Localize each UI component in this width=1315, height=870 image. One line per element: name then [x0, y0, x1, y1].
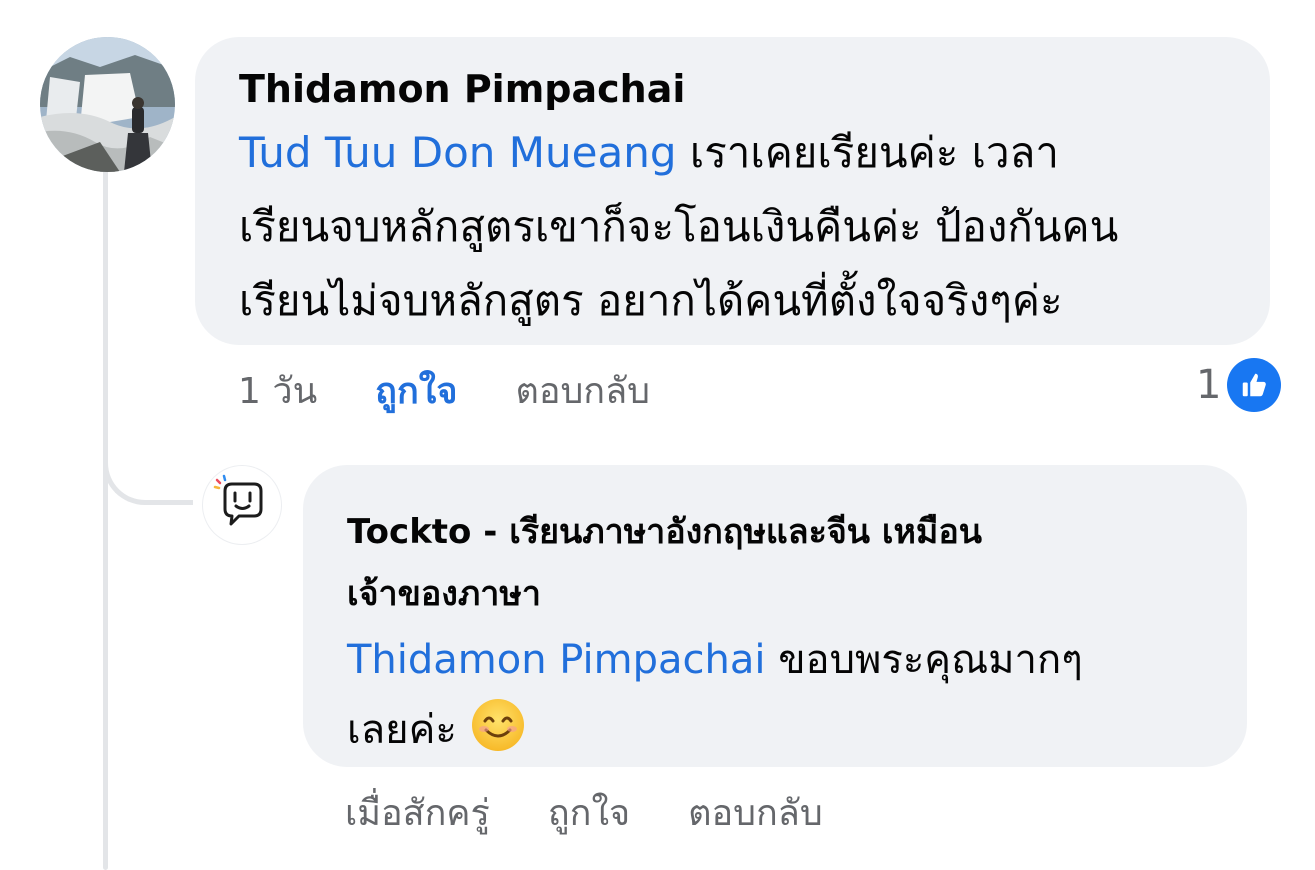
reply-button[interactable]: ตอบกลับ — [688, 792, 823, 836]
mention-link[interactable]: Thidamon Pimpachai — [347, 637, 766, 683]
reaction-count[interactable]: 1 — [1196, 358, 1282, 412]
comment-bubble: Thidamon Pimpachai Tud Tuu Don Mueang เร… — [195, 37, 1270, 345]
author-name-line: เจ้าของภาษา — [347, 574, 541, 614]
comment-text: Tud Tuu Don Mueang เราเคยเรียนค่ะ เวลา เ… — [239, 116, 1226, 338]
like-button[interactable]: ถูกใจ — [548, 792, 630, 836]
comment-text-line: เลยค่ะ — [347, 695, 1203, 765]
mention-link[interactable]: Tud Tuu Don Mueang — [239, 128, 677, 177]
comment-text-line: เรียนไม่จบหลักสูตร อยากได้คนที่ตั้งใจจริ… — [239, 276, 1063, 325]
smiling-face-emoji-icon — [470, 697, 526, 753]
comment-author[interactable]: Tockto - เรียนภาษาอังกฤษและจีน เหมือน เจ… — [347, 501, 1203, 625]
tockto-logo-icon — [213, 474, 263, 526]
like-count: 1 — [1196, 362, 1222, 408]
thumbs-up-icon — [1227, 358, 1282, 412]
avatar[interactable] — [203, 466, 281, 544]
comment-text-segment: เราเคยเรียนค่ะ เวลา — [676, 128, 1059, 177]
reply-button[interactable]: ตอบกลับ — [515, 370, 650, 414]
comment-text: Thidamon Pimpachai ขอบพระคุณมากๆ เลยค่ะ — [347, 625, 1203, 765]
reply-bubble: Tockto - เรียนภาษาอังกฤษและจีน เหมือน เจ… — [303, 465, 1247, 767]
comment-actions: เมื่อสักครู่ ถูกใจ ตอบกลับ — [345, 792, 823, 836]
comment-text-segment: เลยค่ะ — [347, 707, 470, 753]
author-name-line: Tockto - เรียนภาษาอังกฤษและจีน เหมือน — [347, 512, 982, 552]
comment-text-segment: ขอบพระคุณมากๆ — [765, 637, 1083, 683]
comment-author[interactable]: Thidamon Pimpachai — [239, 65, 1226, 113]
like-button[interactable]: ถูกใจ — [375, 370, 457, 414]
comment-text-line: Thidamon Pimpachai ขอบพระคุณมากๆ — [347, 625, 1203, 695]
comment-actions: 1 วัน ถูกใจ ตอบกลับ — [238, 370, 650, 414]
avatar[interactable] — [40, 37, 175, 172]
waterfall-photo-avatar — [40, 37, 175, 172]
comment-text-line: เรียนจบหลักสูตรเขาก็จะโอนเงินคืนค่ะ ป้อง… — [239, 202, 1119, 251]
comment-text-line: Tud Tuu Don Mueang เราเคยเรียนค่ะ เวลา — [239, 116, 1226, 190]
thread-branch-connector — [103, 430, 193, 505]
thread-line — [103, 170, 108, 870]
comment-timestamp[interactable]: เมื่อสักครู่ — [345, 792, 490, 836]
comment-timestamp[interactable]: 1 วัน — [238, 370, 317, 414]
